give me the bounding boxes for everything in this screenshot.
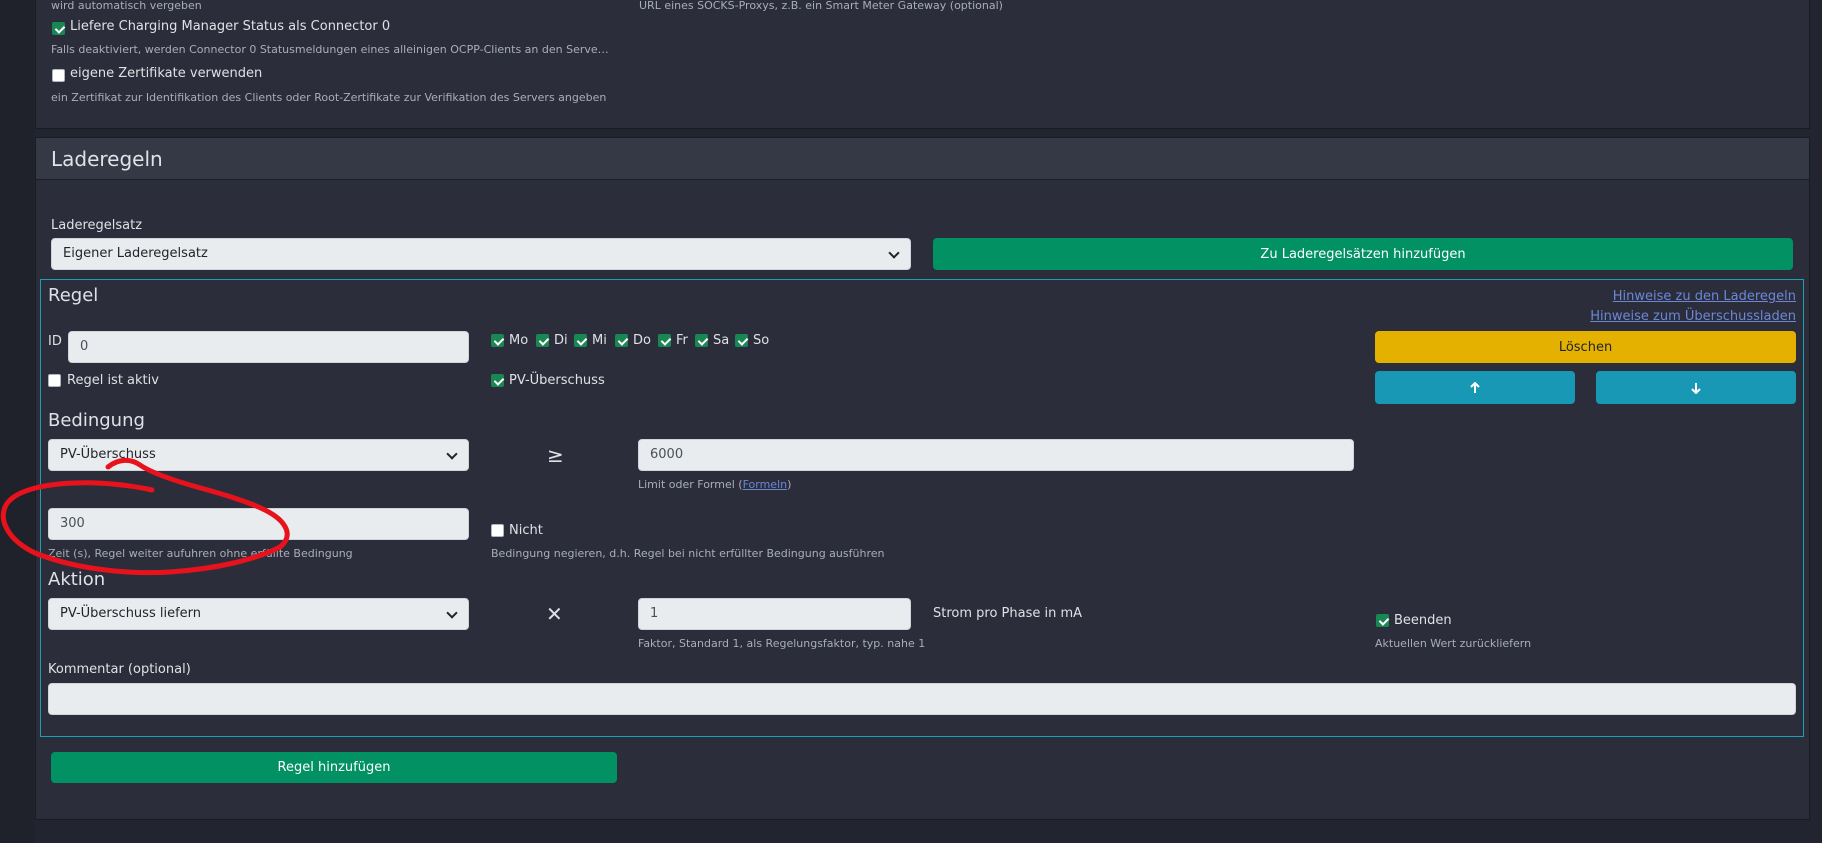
left-sidebar-strip xyxy=(0,0,34,843)
rule-title: Regel xyxy=(48,285,99,306)
add-to-rulesets-button[interactable]: Zu Laderegelsätzen hinzufügen xyxy=(933,238,1793,270)
duration-value: 300 xyxy=(60,516,85,531)
end-checkbox[interactable] xyxy=(1376,614,1389,627)
id-label: ID xyxy=(48,334,62,349)
day-di-label: Di xyxy=(554,333,568,348)
condition-operator: ≥ xyxy=(547,443,564,467)
own-certs-checkbox[interactable] xyxy=(52,69,65,82)
charging-rules-hint-link[interactable]: Hinweise zu den Laderegeln xyxy=(1613,289,1796,304)
unit-label: Strom pro Phase in mA xyxy=(933,606,1083,621)
day-so-label: So xyxy=(753,333,770,348)
proxy-help-text: URL eines SOCKS-Proxys, z.B. ein Smart M… xyxy=(639,0,1003,12)
add-rule-button[interactable]: Regel hinzufügen xyxy=(51,752,617,783)
pv-surplus-label: PV-Überschuss xyxy=(509,373,605,388)
action-title: Aktion xyxy=(48,569,106,590)
cm-status-help: Falls deaktiviert, werden Connector 0 St… xyxy=(51,43,611,56)
limit-help: Limit oder Formel (Formeln) xyxy=(638,478,792,491)
condition-source-select[interactable]: PV-Überschuss xyxy=(48,439,469,471)
own-certs-label: eigene Zertifikate verwenden xyxy=(70,66,263,81)
comment-input[interactable] xyxy=(48,683,1796,715)
day-fr-checkbox[interactable] xyxy=(658,334,671,347)
rule-id-value: 0 xyxy=(80,339,89,354)
day-do-checkbox[interactable] xyxy=(615,334,628,347)
rule-active-label: Regel ist aktiv xyxy=(67,373,159,388)
negate-label: Nicht xyxy=(509,523,543,538)
section-title: Laderegeln xyxy=(51,147,163,171)
arrow-down-icon xyxy=(1691,382,1701,394)
arrow-up-icon xyxy=(1470,381,1480,393)
ruleset-select[interactable]: Eigener Laderegelsatz xyxy=(51,238,911,270)
move-up-button[interactable] xyxy=(1375,371,1575,404)
negate-checkbox[interactable] xyxy=(491,524,504,537)
action-type-select[interactable]: PV-Überschuss liefern xyxy=(48,598,469,630)
day-mi-checkbox[interactable] xyxy=(574,334,587,347)
charging-rules-header: Laderegeln xyxy=(36,138,1809,180)
cm-status-label: Liefere Charging Manager Status als Conn… xyxy=(70,19,391,34)
end-help: Aktuellen Wert zurückliefern xyxy=(1375,637,1532,650)
limit-value: 6000 xyxy=(650,447,684,462)
day-sa-checkbox[interactable] xyxy=(695,334,708,347)
cm-status-checkbox[interactable] xyxy=(52,22,65,35)
day-so-checkbox[interactable] xyxy=(735,334,748,347)
delete-rule-button[interactable]: Löschen xyxy=(1375,331,1796,363)
day-fr-label: Fr xyxy=(676,333,688,348)
ocpp-settings-card: wird automatisch vergeben URL eines SOCK… xyxy=(35,0,1810,129)
end-label: Beenden xyxy=(1394,613,1452,628)
multiply-icon: ✕ xyxy=(546,602,563,626)
day-mi-label: Mi xyxy=(592,333,607,348)
own-certs-help: ein Zertifikat zur Identifikation des Cl… xyxy=(51,91,607,104)
negate-help: Bedingung negieren, d.h. Regel bei nicht… xyxy=(491,547,885,560)
surplus-charging-hint-link[interactable]: Hinweise zum Überschussladen xyxy=(1590,309,1796,324)
condition-source-value: PV-Überschuss xyxy=(60,447,156,462)
limit-input[interactable]: 6000 xyxy=(638,439,1354,471)
ruleset-select-value: Eigener Laderegelsatz xyxy=(63,246,208,261)
pv-surplus-checkbox[interactable] xyxy=(491,374,504,387)
rule-active-checkbox[interactable] xyxy=(48,374,61,387)
day-mo-checkbox[interactable] xyxy=(491,334,504,347)
condition-title: Bedingung xyxy=(48,410,145,431)
day-mo-label: Mo xyxy=(509,333,529,348)
factor-value: 1 xyxy=(650,606,659,621)
rule-id-input[interactable]: 0 xyxy=(68,331,469,363)
factor-help: Faktor, Standard 1, als Regelungsfaktor,… xyxy=(638,637,926,650)
day-di-checkbox[interactable] xyxy=(536,334,549,347)
action-type-value: PV-Überschuss liefern xyxy=(60,606,202,621)
day-sa-label: Sa xyxy=(713,333,730,348)
comment-label: Kommentar (optional) xyxy=(48,662,191,677)
day-do-label: Do xyxy=(633,333,651,348)
ruleset-label: Laderegelsatz xyxy=(51,218,143,233)
move-down-button[interactable] xyxy=(1596,371,1796,404)
duration-help: Zeit (s), Regel weiter aufuhren ohne erf… xyxy=(48,547,353,560)
factor-input[interactable]: 1 xyxy=(638,598,911,630)
id-help-text: wird automatisch vergeben xyxy=(51,0,202,12)
duration-input[interactable]: 300 xyxy=(48,508,469,540)
formulas-link[interactable]: Formeln xyxy=(743,478,788,491)
